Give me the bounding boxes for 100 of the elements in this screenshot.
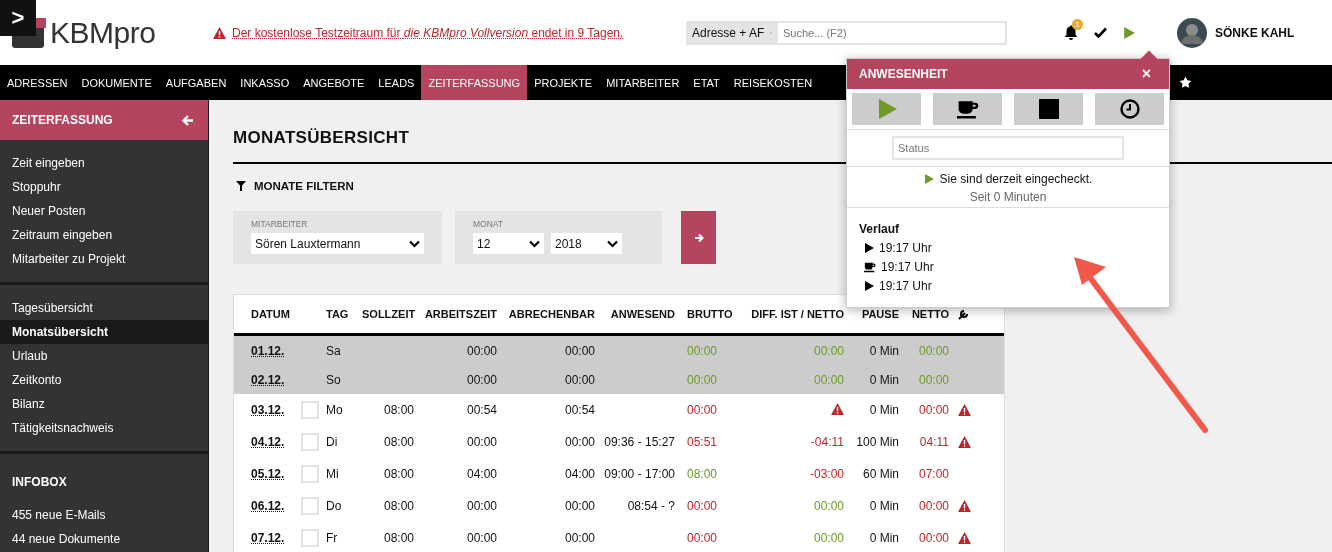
date-link[interactable]: 01.12. — [251, 343, 285, 358]
status-field[interactable]: Status — [892, 136, 1124, 160]
nav-tab[interactable]: MITARBEITER — [599, 65, 687, 100]
month-select[interactable]: 12 — [473, 233, 544, 254]
date-link[interactable]: 07.12. — [251, 531, 285, 545]
pause-cell-text: 0 Min — [868, 531, 899, 545]
column-header[interactable]: ABRECHENBAR — [497, 308, 595, 320]
sidebar-item[interactable]: Tagesübersicht — [0, 296, 208, 320]
pause-cell-text: 0 Min — [868, 499, 899, 513]
row-checkbox[interactable] — [301, 465, 320, 483]
stop-icon — [1038, 99, 1059, 119]
difference-cell-text: 00:00 — [812, 372, 844, 387]
pause-cell-text: 60 Min — [861, 467, 899, 481]
work-time-cell-text: 00:00 — [465, 435, 497, 449]
gross-cell-text: 05:51 — [686, 435, 719, 449]
break-button[interactable] — [933, 93, 1002, 125]
search-scope-select[interactable]: Adresse + AF — [686, 20, 776, 45]
gross-cell-text: 00:00 — [686, 372, 719, 387]
billable-time-cell-text: 00:00 — [563, 435, 595, 449]
nav-tab[interactable]: ADRESSEN — [0, 65, 75, 100]
sidebar-item[interactable]: Bilanz — [0, 392, 208, 416]
day-cell-text: Sa — [326, 343, 342, 358]
play-icon — [1123, 26, 1135, 39]
chevron-down-icon — [607, 239, 618, 248]
nav-tab[interactable]: REISEKOSTEN — [726, 65, 820, 100]
nav-tab[interactable]: DOKUMENTE — [74, 65, 159, 100]
work-time-cell-text: 00:00 — [465, 531, 497, 545]
date-link[interactable]: 04.12. — [251, 435, 285, 449]
date-link[interactable]: 06.12. — [251, 499, 285, 513]
billable-time-cell-text: 00:00 — [563, 372, 595, 387]
notification-badge: 1 — [1072, 19, 1083, 30]
sidebar-toggle-button[interactable]: > — [0, 0, 36, 36]
employee-select[interactable]: Sören Lauxtermann — [251, 233, 424, 254]
column-header[interactable]: ARBEITSZEIT — [414, 308, 497, 320]
clock-button[interactable] — [1095, 93, 1164, 125]
nav-tab[interactable]: ANGEBOTE — [296, 65, 372, 100]
sidebar-item[interactable]: Tätigkeitsnachweis — [0, 416, 208, 440]
sidebar-item[interactable]: 455 neue E-Mails — [0, 503, 208, 527]
sidebar-item[interactable]: Stoppuhr — [0, 175, 208, 199]
avatar[interactable] — [1177, 17, 1207, 48]
column-header[interactable]: TAG — [326, 308, 362, 320]
sidebar-item[interactable]: Zeit eingeben — [0, 151, 208, 175]
field-label: MONAT — [473, 219, 505, 229]
row-checkbox[interactable] — [301, 529, 320, 547]
day-cell-text: Mi — [326, 467, 340, 481]
back-arrow-icon[interactable] — [182, 114, 194, 126]
net-cell-text: 07:00 — [917, 467, 949, 481]
checkmark-icon[interactable] — [1094, 27, 1107, 38]
close-button[interactable]: × — [1135, 64, 1157, 84]
stop-button[interactable] — [1014, 93, 1083, 125]
work-time-cell-text: 00:00 — [465, 499, 497, 513]
year-select[interactable]: 2018 — [551, 233, 622, 254]
sidebar-item[interactable]: Zeitraum eingeben — [0, 223, 208, 247]
pause-cell-text: 0 Min — [868, 403, 899, 417]
column-header[interactable]: NETTO — [899, 308, 949, 320]
sidebar-item[interactable]: Zeitkonto — [0, 368, 208, 392]
date-link[interactable]: 05.12. — [251, 467, 285, 481]
search-field[interactable]: Suche... (F2) — [776, 20, 1007, 45]
nav-tab[interactable]: INKASSO — [233, 65, 297, 100]
presence-cell-text: 09:00 - 17:00 — [603, 467, 675, 481]
history-time: 19:17 Uhr — [879, 241, 932, 255]
row-checkbox[interactable] — [301, 433, 320, 451]
since-text: Seit 0 Minuten — [969, 190, 1047, 204]
target-time-cell-text: 08:00 — [382, 531, 414, 545]
net-cell-text: 00:00 — [917, 343, 949, 358]
gross-cell-text: 00:00 — [686, 499, 719, 513]
sidebar-item[interactable]: Urlaub — [0, 344, 208, 368]
nav-tab[interactable]: LEADS — [371, 65, 422, 100]
row-checkbox[interactable] — [301, 401, 320, 419]
status-message: Sie sind derzeit eingecheckt. — [939, 172, 1093, 186]
sidebar-item[interactable]: Neuer Posten — [0, 199, 208, 223]
work-time-cell-text: 04:00 — [465, 467, 497, 481]
column-header[interactable]: SOLLZEIT — [362, 308, 414, 320]
row-checkbox[interactable] — [301, 497, 320, 515]
date-link[interactable]: 03.12. — [251, 403, 285, 417]
column-header[interactable]: ANWESEND — [595, 308, 675, 320]
play-icon — [864, 281, 874, 291]
work-time-cell-text: 00:54 — [465, 403, 497, 417]
nav-tab[interactable]: ZEITERFASSUNG — [421, 65, 528, 100]
difference-cell-text: 00:00 — [812, 499, 844, 513]
star-icon[interactable] — [1179, 76, 1193, 89]
column-header[interactable]: DATUM — [251, 308, 326, 320]
check-in-button[interactable] — [852, 93, 921, 125]
sidebar-item[interactable]: Mitarbeiter zu Projekt — [0, 247, 208, 271]
user-name[interactable]: SÖNKE KAHL — [1215, 25, 1295, 40]
nav-tab[interactable]: AUFGABEN — [158, 65, 234, 100]
nav-tab[interactable]: PROJEKTE — [527, 65, 600, 100]
column-header[interactable]: DIFF. IST / NETTO — [741, 308, 844, 320]
trial-notice-link[interactable]: Der kostenlose Testzeitraum für die KBMpro Vollversion endet in 9 Tagen. — [232, 25, 624, 40]
sidebar-item[interactable]: 44 neue Dokumente — [0, 527, 208, 551]
notification-bell-icon[interactable] — [1064, 25, 1078, 40]
target-time-cell-text: 08:00 — [382, 403, 414, 417]
date-link[interactable]: 02.12. — [251, 372, 285, 387]
column-header[interactable]: BRUTTO — [675, 308, 741, 320]
column-header[interactable]: PAUSE — [844, 308, 899, 320]
billable-time-cell-text: 00:00 — [563, 343, 595, 358]
sidebar-item[interactable]: Monatsübersicht — [0, 320, 208, 344]
gross-cell-text: 00:00 — [686, 531, 719, 545]
filter-title[interactable]: MONATE FILTERN — [254, 180, 354, 192]
nav-tab[interactable]: ETAT — [686, 65, 727, 100]
